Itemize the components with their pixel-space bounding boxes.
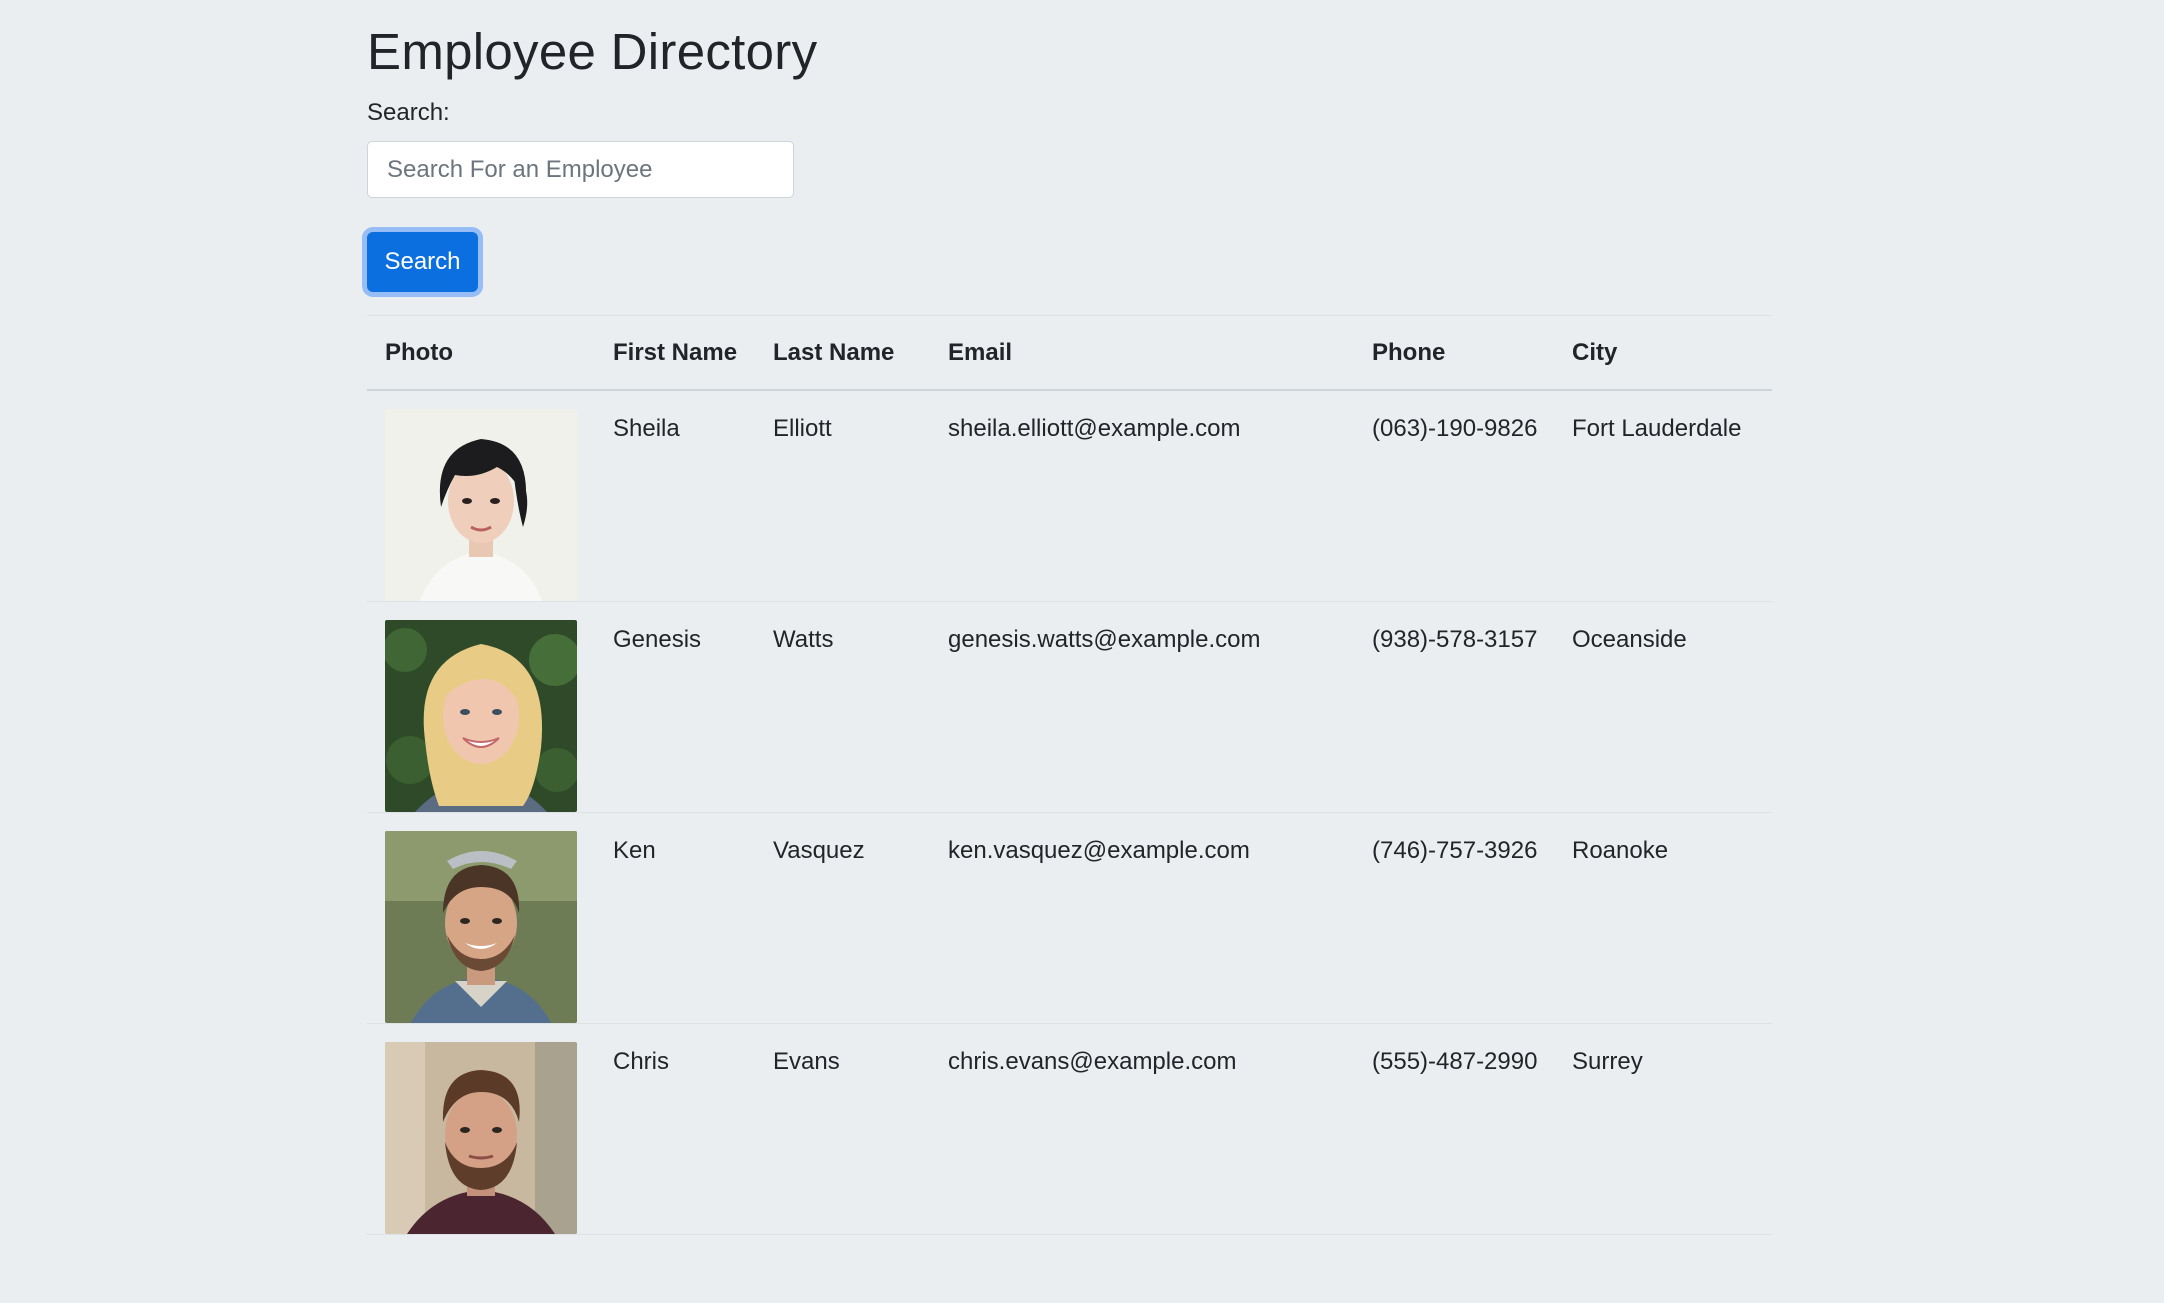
phone-cell: (746)-757-3926: [1354, 812, 1554, 1024]
search-button[interactable]: Search: [367, 232, 478, 292]
column-header-city[interactable]: City: [1554, 315, 1772, 391]
first-name-cell: Chris: [595, 1023, 755, 1235]
last-name-cell: Watts: [755, 601, 930, 813]
table-row: Chris Evans chris.evans@example.com (555…: [367, 1023, 1772, 1235]
table-row: Genesis Watts genesis.watts@example.com …: [367, 601, 1772, 813]
column-header-phone[interactable]: Phone: [1354, 315, 1554, 391]
last-name-cell: Elliott: [755, 390, 930, 602]
page-title: Employee Directory: [367, 23, 818, 80]
photo-cell: [367, 1023, 595, 1235]
employee-photo: [385, 620, 577, 812]
table-row: Sheila Elliott sheila.elliott@example.co…: [367, 390, 1772, 602]
phone-cell: (938)-578-3157: [1354, 601, 1554, 813]
phone-cell: (063)-190-9826: [1354, 390, 1554, 602]
city-cell: Oceanside: [1554, 601, 1772, 813]
column-header-photo[interactable]: Photo: [367, 315, 595, 391]
first-name-cell: Genesis: [595, 601, 755, 813]
column-header-last-name[interactable]: Last Name: [755, 315, 930, 391]
city-cell: Surrey: [1554, 1023, 1772, 1235]
email-cell: chris.evans@example.com: [930, 1023, 1354, 1235]
email-cell: ken.vasquez@example.com: [930, 812, 1354, 1024]
city-cell: Fort Lauderdale: [1554, 390, 1772, 602]
photo-cell: [367, 812, 595, 1024]
photo-cell: [367, 390, 595, 602]
email-cell: sheila.elliott@example.com: [930, 390, 1354, 602]
table-header: Photo First Name Last Name Email Phone C…: [367, 315, 1772, 391]
search-input[interactable]: [367, 141, 794, 198]
column-header-first-name[interactable]: First Name: [595, 315, 755, 391]
employee-photo: [385, 409, 577, 601]
table-row: Ken Vasquez ken.vasquez@example.com (746…: [367, 812, 1772, 1024]
employee-photo: [385, 1042, 577, 1234]
table-body: Sheila Elliott sheila.elliott@example.co…: [367, 390, 1772, 1235]
employee-photo: [385, 831, 577, 1023]
first-name-cell: Sheila: [595, 390, 755, 602]
table-header-row: Photo First Name Last Name Email Phone C…: [367, 315, 1772, 391]
column-header-email[interactable]: Email: [930, 315, 1354, 391]
search-label: Search:: [367, 99, 450, 126]
last-name-cell: Evans: [755, 1023, 930, 1235]
city-cell: Roanoke: [1554, 812, 1772, 1024]
phone-cell: (555)-487-2990: [1354, 1023, 1554, 1235]
email-cell: genesis.watts@example.com: [930, 601, 1354, 813]
employee-table: Photo First Name Last Name Email Phone C…: [367, 315, 1772, 1235]
first-name-cell: Ken: [595, 812, 755, 1024]
last-name-cell: Vasquez: [755, 812, 930, 1024]
photo-cell: [367, 601, 595, 813]
